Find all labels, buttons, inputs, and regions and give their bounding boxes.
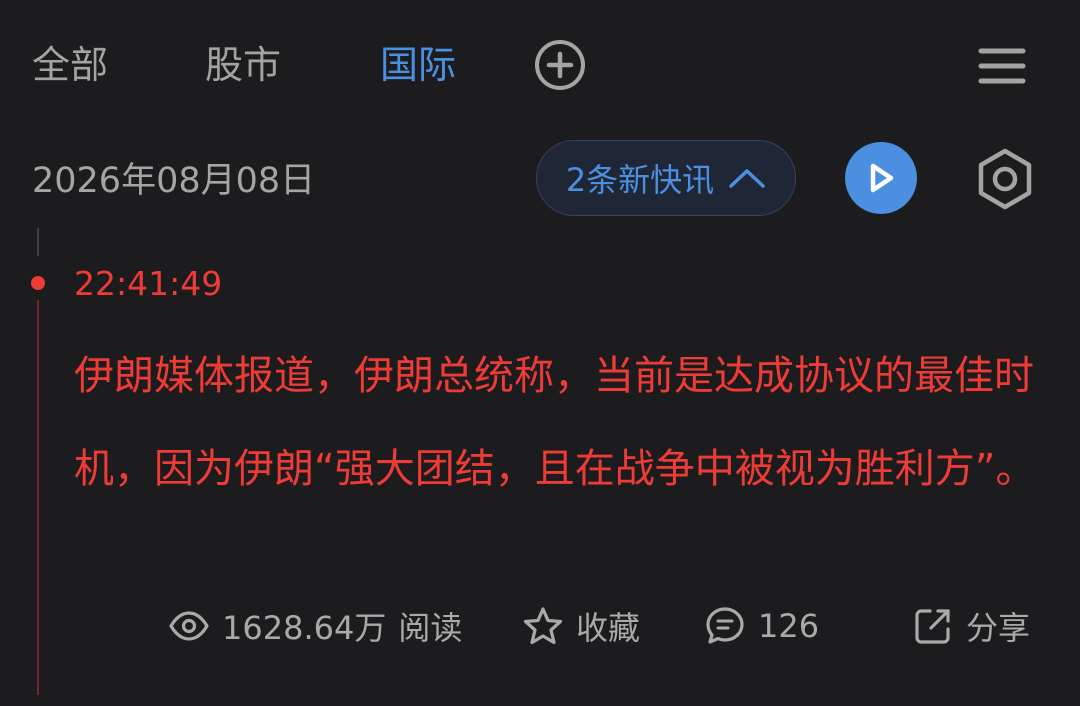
star-icon	[523, 607, 563, 645]
news-action-bar: 1628.64万 阅读 收藏 126 分享	[0, 596, 1080, 656]
eye-icon	[169, 611, 209, 641]
read-count-value: 1628.64万	[222, 609, 387, 647]
read-count: 1628.64万 阅读	[168, 596, 462, 656]
plus-circle-icon[interactable]	[534, 39, 586, 91]
tab-all[interactable]: 全部	[32, 40, 108, 90]
read-count-label: 阅读	[398, 609, 463, 647]
timeline-dot	[31, 276, 45, 290]
comment-button[interactable]: 126	[704, 596, 819, 656]
play-button[interactable]	[845, 142, 917, 214]
hamburger-menu-icon[interactable]	[978, 46, 1026, 86]
new-alerts-label: 2条新快讯	[565, 161, 715, 199]
share-icon	[915, 609, 950, 644]
share-button[interactable]: 分享	[912, 596, 1030, 656]
favorite-label: 收藏	[576, 609, 641, 647]
channel-tab-bar: 全部 股市 国际	[0, 0, 1080, 130]
news-headline[interactable]: 伊朗媒体报道，伊朗总统称，当前是达成协议的最佳时机，因为伊朗“强大团结，且在战争…	[74, 330, 1044, 516]
timeline-line-top	[37, 228, 39, 256]
new-alerts-button[interactable]: 2条新快讯	[536, 140, 796, 216]
date-label: 2026年08月08日	[32, 161, 316, 201]
tab-stocks[interactable]: 股市	[205, 40, 281, 90]
comment-icon	[706, 607, 744, 644]
tab-international[interactable]: 国际	[380, 40, 456, 90]
news-time: 22:41:49	[74, 264, 223, 303]
comment-count: 126	[758, 607, 820, 645]
play-icon	[870, 163, 894, 193]
chevron-up-icon	[729, 169, 765, 188]
share-label: 分享	[966, 609, 1031, 647]
favorite-button[interactable]: 收藏	[522, 596, 640, 656]
hexagon-settings-icon[interactable]	[974, 148, 1036, 210]
